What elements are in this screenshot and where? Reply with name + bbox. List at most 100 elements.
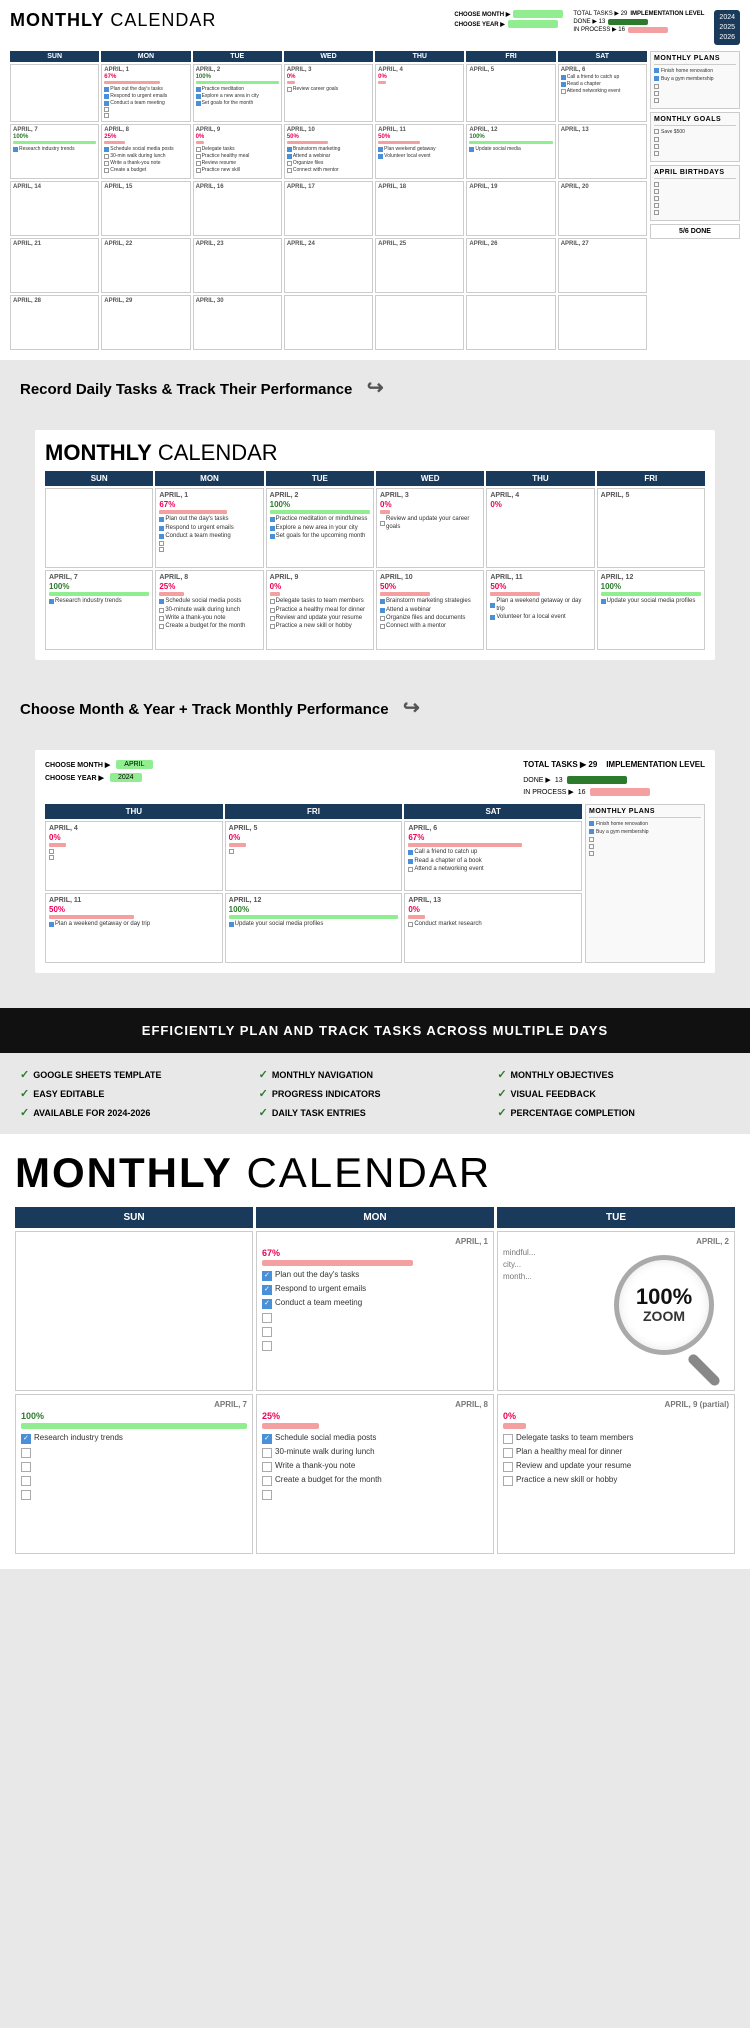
birthday-2 [654, 189, 736, 194]
magnifier-container: 100% ZOOM [614, 1255, 735, 1385]
p-header-tue: TUE [266, 471, 374, 486]
c-day-apr11: APRIL, 11 50% Plan a weekend getaway or … [45, 893, 223, 963]
feature-8: ✓ DAILY TASK ENTRIES [259, 1106, 492, 1119]
p-day-apr7: APRIL, 7 100% Research industry trends [45, 570, 153, 650]
stats-done: DONE ▶ 13 [573, 18, 704, 25]
day-apr16: APRIL, 16 [193, 181, 282, 236]
section-chooser: CHOOSE MONTH ▶ APRIL CHOOSE YEAR ▶ 2024 … [35, 750, 715, 973]
day-apr4: APRIL, 4 0% [375, 64, 464, 122]
chooser-plans-panel: MONTHLY PLANS Finish home renovation Buy… [585, 804, 705, 963]
choose-year-row: CHOOSE YEAR ▶ [454, 20, 563, 28]
feature-6: ✓ VISUAL FEEDBACK [497, 1087, 730, 1100]
z-day-apr2-partial: APRIL, 2 mindful... city... month... 100… [497, 1231, 735, 1391]
pct-bar-1 [104, 81, 160, 84]
p-day-apr12: APRIL, 12 100% Update your social media … [597, 570, 705, 650]
day-apr28: APRIL, 28 [10, 295, 99, 350]
task-line: Schedule social media posts [104, 146, 187, 152]
choose-month-label: CHOOSE MONTH ▶ [454, 11, 510, 18]
feature-4: ✓ EASY EDITABLE [20, 1087, 253, 1100]
calendar-meta: CHOOSE MONTH ▶ CHOOSE YEAR ▶ TOTAL TASKS… [454, 10, 740, 45]
plan-item-5 [654, 98, 736, 103]
day-apr22: APRIL, 22 [101, 238, 190, 293]
c-header-fri: FRI [225, 804, 403, 819]
task-line: Plan out the day's tasks [104, 86, 187, 92]
week-2: APRIL, 7 100% Research industry trends A… [10, 124, 647, 179]
task-line: Connect with mentor [287, 167, 370, 173]
c-day-apr13: APRIL, 13 0% Conduct market research [404, 893, 582, 963]
day-apr24: APRIL, 24 [284, 238, 373, 293]
day-apr5: APRIL, 5 [466, 64, 555, 122]
p-day-apr2: APRIL, 2 100% Practice meditation or min… [266, 488, 374, 568]
task-line: Brainstorm marketing [287, 146, 370, 152]
stats-total: TOTAL TASKS ▶ 29 IMPLEMENTATION LEVEL [573, 10, 704, 17]
z-day-apr8: APRIL, 8 25% Schedule social media posts… [256, 1394, 494, 1554]
choose-month-bar[interactable] [513, 10, 563, 18]
task-line: Attend networking event [561, 88, 644, 94]
check-icon-6: ✓ [497, 1087, 506, 1100]
task-line: Write a thank-you note [104, 160, 187, 166]
day-apr14: APRIL, 14 [10, 181, 99, 236]
chooser-headers: THU FRI SAT [45, 804, 582, 819]
day-apr13: APRIL, 13 [558, 124, 647, 179]
monthly-plans-panel: MONTHLY PLANS Finish home renovation Buy… [650, 51, 740, 109]
z-day-empty [15, 1231, 253, 1391]
inprocess-bar [628, 27, 668, 33]
p-day-apr11: APRIL, 11 50% Plan a weekend getaway or … [486, 570, 594, 650]
birthdays-panel: APRIL BIRTHDAYS [650, 165, 740, 221]
task-line: Practice healthy meal [196, 153, 279, 159]
day-apr23: APRIL, 23 [193, 238, 282, 293]
section-full-calendar: MONTHLY CALENDAR CHOOSE MONTH ▶ CHOOSE Y… [0, 0, 750, 360]
z-day-apr7: APRIL, 7 100% Research industry trends [15, 1394, 253, 1554]
day-apr25: APRIL, 25 [375, 238, 464, 293]
task-line: Plan weekend getaway [378, 146, 461, 152]
banner-text: EFFICIENTLY PLAN AND TRACK TASKS ACROSS … [142, 1023, 608, 1038]
feature-label-2: MONTHLY NAVIGATION [272, 1070, 373, 1080]
task-line: Call a friend to catch up [561, 74, 644, 80]
day-apr8: APRIL, 8 25% Schedule social media posts… [101, 124, 190, 179]
feature-7: ✓ AVAILABLE FOR 2024-2026 [20, 1106, 253, 1119]
p-day-apr3: APRIL, 3 0% Review and update your caree… [376, 488, 484, 568]
goal-item-4 [654, 151, 736, 156]
choose-month-row: CHOOSE MONTH ▶ [454, 10, 563, 18]
feature-label-1: GOOGLE SHEETS TEMPLATE [33, 1070, 161, 1080]
c-week-2: APRIL, 11 50% Plan a weekend getaway or … [45, 893, 582, 963]
header-sun: SUN [10, 51, 99, 62]
day-apr11: APRIL, 11 50% Plan weekend getaway Volun… [375, 124, 464, 179]
chooser-left: CHOOSE MONTH ▶ APRIL CHOOSE YEAR ▶ 2024 [45, 760, 153, 796]
task-line: Set goals for the month [196, 100, 279, 106]
chooser-stats: TOTAL TASKS ▶ 29 IMPLEMENTATION LEVEL DO… [523, 760, 705, 796]
header-tue: TUE [193, 51, 282, 62]
check-icon-5: ✓ [259, 1087, 268, 1100]
c-day-apr12: APRIL, 12 100% Update your social media … [225, 893, 403, 963]
day-apr30: APRIL, 30 [193, 295, 282, 350]
c-header-sat: SAT [404, 804, 582, 819]
feature-5: ✓ PROGRESS INDICATORS [259, 1087, 492, 1100]
day-apr6: APRIL, 6 Call a friend to catch up Read … [558, 64, 647, 122]
chooser-year-row: CHOOSE YEAR ▶ 2024 [45, 773, 153, 782]
birthdays-title: APRIL BIRTHDAYS [654, 169, 736, 179]
arrow-icon: ↪ [367, 377, 384, 399]
task-line: Update social media [469, 146, 552, 152]
check-icon-3: ✓ [497, 1068, 506, 1081]
day-apr26: APRIL, 26 [466, 238, 555, 293]
task-line: Conduct a team meeting [104, 100, 187, 106]
choose-year-bar[interactable] [508, 20, 558, 28]
check-icon-1: ✓ [20, 1068, 29, 1081]
header-wed: WED [284, 51, 373, 62]
stat-inprocess-row: IN PROCESS ▶ 16 [523, 788, 705, 796]
day-empty-3 [375, 295, 464, 350]
calendar-header: MONTHLY CALENDAR CHOOSE MONTH ▶ CHOOSE Y… [10, 10, 740, 45]
task-line: Volunteer local event [378, 153, 461, 159]
z-day-apr9: APRIL, 9 (partial) 0% Delegate tasks to … [497, 1394, 735, 1554]
zoom-title: MONTHLY CALENDAR [15, 1149, 735, 1197]
day-apr20: APRIL, 20 [558, 181, 647, 236]
monthly-goals-title: MONTHLY GOALS [654, 116, 736, 126]
calendar-title: MONTHLY CALENDAR [10, 10, 216, 31]
zoom-label: 100% [636, 1286, 692, 1308]
impl-done-bar [567, 776, 627, 784]
week-3: APRIL, 14 APRIL, 15 APRIL, 16 APRIL, 17 … [10, 181, 647, 236]
day-apr3: APRIL, 3 0% Review career goals [284, 64, 373, 122]
plan-item-2: Buy a gym membership [654, 76, 736, 82]
header-fri: FRI [466, 51, 555, 62]
task-line: 30-min walk during lunch [104, 153, 187, 159]
